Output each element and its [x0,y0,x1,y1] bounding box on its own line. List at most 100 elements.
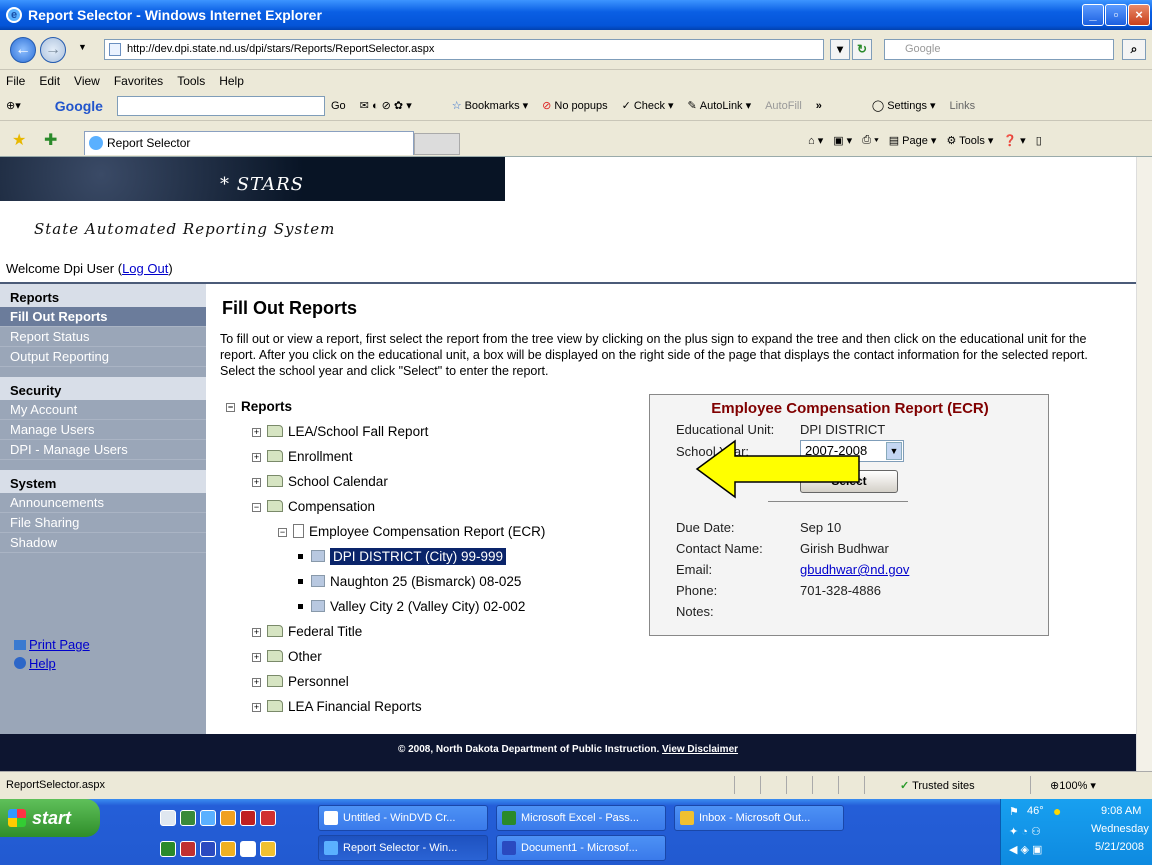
history-dropdown-icon[interactable]: ▼ [78,42,87,52]
task-windvd[interactable]: Untitled - WinDVD Cr... [318,805,488,831]
quicklaunch-excel-icon[interactable] [160,841,176,857]
task-report-selector[interactable]: Report Selector - Win... [318,835,488,861]
menu-favorites[interactable]: Favorites [114,74,163,88]
search-button[interactable]: ⌕ [1122,39,1146,60]
expand-icon[interactable]: + [252,453,261,462]
logout-link[interactable]: Log Out [122,261,168,276]
sidebar-item-dpi-manage-users[interactable]: DPI - Manage Users [0,440,206,460]
toolbar-menu-icon[interactable]: ⊕▾ [6,99,21,112]
weather-temp[interactable]: 46° [1027,805,1044,817]
research-icon[interactable]: ▯ [1036,134,1042,147]
settings-button[interactable]: ◯ Settings ▾ [872,99,936,113]
popup-blocker-button[interactable]: ⊘ No popups [542,99,607,113]
tools-menu[interactable]: ⚙ Tools ▾ [946,134,993,147]
expand-icon[interactable]: + [252,628,261,637]
new-tab-button[interactable] [414,133,460,155]
tree-node-ecr[interactable]: − Employee Compensation Report (ECR) [226,519,545,544]
sidebar-item-report-status[interactable]: Report Status [0,327,206,347]
chevron-down-icon[interactable]: ▼ [886,442,902,460]
tree-node-other[interactable]: + Other [226,644,545,669]
sidebar-item-announcements[interactable]: Announcements [0,493,206,513]
favorites-star-icon[interactable]: ★ [12,130,26,150]
sidebar-item-manage-users[interactable]: Manage Users [0,420,206,440]
tree-node-compensation[interactable]: − Compensation [226,494,545,519]
url-dropdown-button[interactable]: ▾ [830,39,850,60]
home-icon[interactable]: ⌂ ▾ [808,134,823,147]
tree-node-school-calendar[interactable]: + School Calendar [226,469,545,494]
refresh-button[interactable]: ↻ [852,39,872,60]
expand-icon[interactable]: + [252,703,261,712]
volume-icon[interactable]: ◀ ◈ ▣ [1009,843,1042,856]
tree-node-federal-title[interactable]: + Federal Title [226,619,545,644]
tree-unit-naughton[interactable]: Naughton 25 (Bismarck) 08-025 [226,569,545,594]
google-search-input[interactable] [116,95,325,116]
start-button[interactable]: start [0,799,100,837]
task-outlook[interactable]: Inbox - Microsoft Out... [674,805,844,831]
collapse-icon[interactable]: − [226,403,235,412]
email-link[interactable]: gbudhwar@nd.gov [800,562,909,577]
collapse-icon[interactable]: − [252,503,261,512]
task-excel[interactable]: Microsoft Excel - Pass... [496,805,666,831]
menu-file[interactable]: File [6,74,25,88]
tree-unit-valley-city[interactable]: Valley City 2 (Valley City) 02-002 [226,594,545,619]
tree-node-lea-financial[interactable]: + LEA Financial Reports [226,694,545,719]
bookmarks-button[interactable]: ☆ Bookmarks ▾ [452,99,528,113]
autolink-button[interactable]: ✎ AutoLink ▾ [688,99,752,113]
view-disclaimer-link[interactable]: View Disclaimer [662,744,738,755]
quicklaunch-ie-icon[interactable] [200,810,216,826]
tree-node-lea-fall[interactable]: + LEA/School Fall Report [226,419,545,444]
expand-icon[interactable]: + [252,428,261,437]
menu-edit[interactable]: Edit [39,74,60,88]
feeds-icon[interactable]: ▣ ▾ [833,134,852,147]
search-input[interactable]: Google [884,39,1114,60]
tray-icons[interactable]: ✦ ◔ ⚇ [1009,825,1041,838]
sidebar-item-file-sharing[interactable]: File Sharing [0,513,206,533]
sidebar-item-output-reporting[interactable]: Output Reporting [0,347,206,367]
task-word[interactable]: Document1 - Microsof... [496,835,666,861]
quicklaunch-word-icon[interactable] [200,841,216,857]
menu-help[interactable]: Help [219,74,244,88]
go-button[interactable]: Go [331,100,346,112]
expand-icon[interactable]: + [252,678,261,687]
minimize-button[interactable]: _ [1082,4,1104,26]
quicklaunch-icon[interactable] [260,810,276,826]
expand-icon[interactable]: + [252,478,261,487]
expand-icon[interactable]: + [252,653,261,662]
collapse-icon[interactable]: − [278,528,287,537]
window-title-bar[interactable]: e Report Selector - Windows Internet Exp… [0,0,1152,30]
sidebar-item-my-account[interactable]: My Account [0,400,206,420]
quicklaunch-icon[interactable] [260,841,276,857]
toolbar-icons[interactable]: ✉ ◐ ⊘ ✿ ▾ [360,99,412,112]
spell-check-button[interactable]: ✓ Check ▾ [622,99,674,113]
maximize-button[interactable]: ▫ [1105,4,1127,26]
quicklaunch-icon[interactable] [220,810,236,826]
add-favorites-icon[interactable]: ✚ [44,130,57,150]
print-page-link[interactable]: Print Page [29,637,90,652]
sidebar-item-shadow[interactable]: Shadow [0,533,206,553]
links-button[interactable]: Links [950,100,976,112]
quicklaunch-icon[interactable] [180,841,196,857]
tab-report-selector[interactable]: Report Selector [84,131,414,155]
quicklaunch-icon[interactable] [160,810,176,826]
vertical-scrollbar[interactable] [1136,157,1152,771]
close-button[interactable]: × [1128,4,1150,26]
quicklaunch-icon[interactable] [240,810,256,826]
sidebar-item-fill-out-reports[interactable]: Fill Out Reports [0,307,206,327]
more-chevron[interactable]: » [816,100,822,112]
menu-view[interactable]: View [74,74,100,88]
print-icon[interactable]: ⎙ ▾ [862,134,878,147]
back-button[interactable]: ← [10,37,36,63]
forward-button[interactable]: → [40,37,66,63]
network-icon[interactable]: ⚑ [1009,805,1019,818]
tree-node-personnel[interactable]: + Personnel [226,669,545,694]
quicklaunch-icon[interactable] [220,841,236,857]
tree-node-enrollment[interactable]: + Enrollment [226,444,545,469]
quicklaunch-icon[interactable] [240,841,256,857]
zoom-control[interactable]: ⊕100% ▾ [1050,779,1096,792]
menu-tools[interactable]: Tools [177,74,205,88]
clock-time[interactable]: 9:08 AM [1101,805,1141,817]
page-menu[interactable]: ▤ Page ▾ [889,134,937,147]
autofill-button[interactable]: AutoFill [765,100,802,112]
tree-root[interactable]: − Reports [226,394,545,419]
url-field[interactable]: http://dev.dpi.state.nd.us/dpi/stars/Rep… [104,39,824,60]
